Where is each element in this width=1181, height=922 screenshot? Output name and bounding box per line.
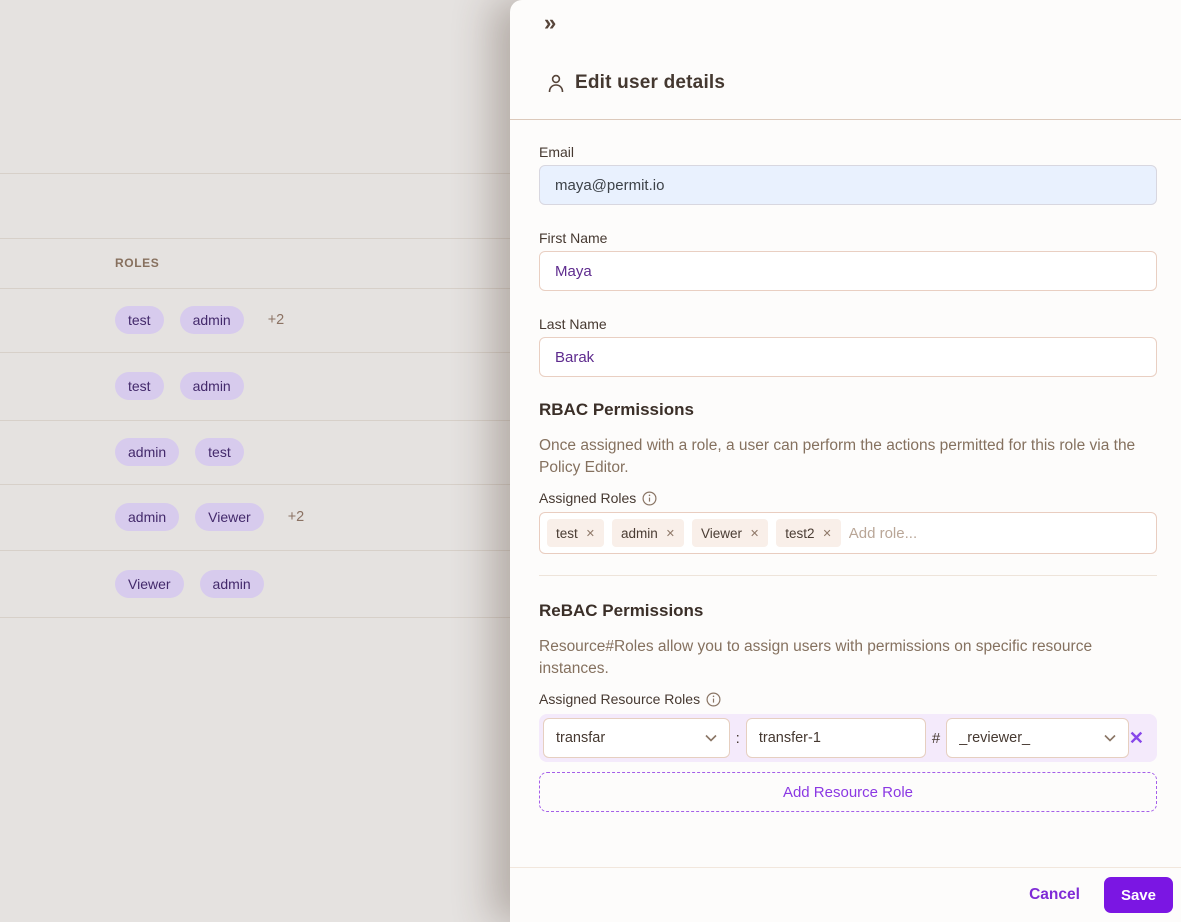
- assigned-resource-roles-label-row: Assigned Resource Roles: [539, 691, 721, 707]
- hash-separator: #: [932, 730, 940, 747]
- user-icon: [548, 74, 564, 93]
- role-chip: test ✕: [547, 519, 604, 547]
- last-name-field[interactable]: [539, 337, 1157, 377]
- first-name-label: First Name: [539, 230, 607, 246]
- divider: [539, 575, 1157, 576]
- remove-role-icon[interactable]: ✕: [586, 527, 595, 540]
- last-name-label: Last Name: [539, 316, 607, 332]
- email-field[interactable]: [539, 165, 1157, 205]
- role-chip-label: admin: [621, 526, 658, 541]
- resource-role-row: transfar : # _reviewer_ ✕: [539, 714, 1157, 762]
- info-icon[interactable]: [706, 692, 721, 707]
- assigned-roles-box[interactable]: test ✕ admin ✕ Viewer ✕ test2 ✕: [539, 512, 1157, 554]
- role-chip: Viewer ✕: [692, 519, 768, 547]
- drawer-title: Edit user details: [575, 72, 725, 94]
- resource-instance-input[interactable]: [746, 718, 926, 758]
- first-name-field[interactable]: [539, 251, 1157, 291]
- divider: [510, 119, 1181, 120]
- role-chip-label: test: [556, 526, 578, 541]
- colon-separator: :: [736, 730, 740, 747]
- remove-role-icon[interactable]: ✕: [823, 527, 832, 540]
- role-select[interactable]: _reviewer_: [946, 718, 1129, 758]
- chevron-down-icon: [705, 734, 717, 742]
- remove-role-icon[interactable]: ✕: [666, 527, 675, 540]
- assigned-roles-label-row: Assigned Roles: [539, 490, 657, 506]
- role-chip-label: test2: [785, 526, 814, 541]
- remove-resource-role-icon[interactable]: ✕: [1129, 729, 1144, 747]
- role-select-value: _reviewer_: [959, 730, 1030, 746]
- drawer-footer: Cancel Save: [510, 867, 1181, 922]
- role-chip: admin ✕: [612, 519, 684, 547]
- resource-select-value: transfar: [556, 730, 605, 746]
- resource-select[interactable]: transfar: [543, 718, 730, 758]
- chevron-down-icon: [1104, 734, 1116, 742]
- role-chips: test ✕ admin ✕ Viewer ✕ test2 ✕: [547, 519, 841, 547]
- add-resource-role-button[interactable]: Add Resource Role: [539, 772, 1157, 812]
- info-icon[interactable]: [642, 491, 657, 506]
- rebac-heading: ReBAC Permissions: [539, 601, 703, 621]
- rebac-description: Resource#Roles allow you to assign users…: [539, 636, 1159, 680]
- assigned-roles-label: Assigned Roles: [539, 490, 636, 506]
- rbac-description: Once assigned with a role, a user can pe…: [539, 435, 1159, 479]
- role-chip-label: Viewer: [701, 526, 742, 541]
- cancel-button[interactable]: Cancel: [1029, 886, 1080, 904]
- drawer-header: Edit user details: [548, 72, 725, 94]
- remove-role-icon[interactable]: ✕: [750, 527, 759, 540]
- email-label: Email: [539, 144, 574, 160]
- rbac-heading: RBAC Permissions: [539, 400, 694, 420]
- collapse-drawer-icon[interactable]: »: [544, 12, 556, 34]
- role-chip: test2 ✕: [776, 519, 841, 547]
- save-button[interactable]: Save: [1104, 877, 1173, 913]
- edit-user-drawer: » Edit user details Email First Name Las…: [510, 0, 1181, 922]
- assigned-resource-roles-label: Assigned Resource Roles: [539, 691, 700, 707]
- add-role-input[interactable]: [849, 525, 1149, 542]
